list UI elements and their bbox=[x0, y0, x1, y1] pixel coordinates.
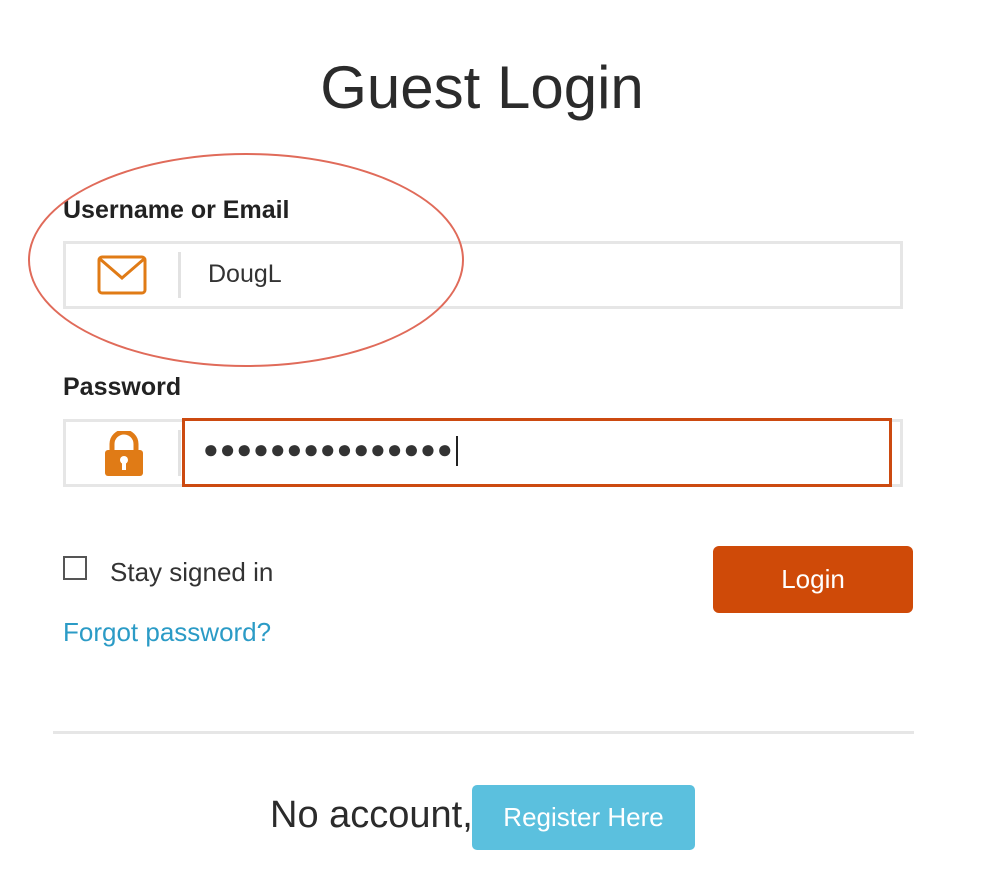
username-field[interactable]: DougL bbox=[63, 241, 903, 309]
field-divider bbox=[178, 252, 181, 298]
password-label: Password bbox=[63, 373, 182, 401]
password-input[interactable]: ●●●●●●●●●●●●●●● bbox=[182, 418, 892, 487]
envelope-icon bbox=[66, 244, 178, 306]
login-page: Guest Login Username or Email DougL Pass… bbox=[0, 0, 988, 878]
password-value: ●●●●●●●●●●●●●●● bbox=[203, 434, 458, 467]
stay-signed-in-label[interactable]: Stay signed in bbox=[110, 557, 273, 588]
no-account-text: No account, bbox=[270, 794, 473, 836]
username-label: Username or Email bbox=[63, 196, 290, 224]
username-value[interactable]: DougL bbox=[208, 260, 282, 289]
register-button[interactable]: Register Here bbox=[472, 785, 695, 850]
stay-signed-in-checkbox[interactable] bbox=[63, 556, 87, 580]
login-button[interactable]: Login bbox=[713, 546, 913, 613]
lock-icon bbox=[66, 422, 178, 484]
text-caret bbox=[455, 436, 458, 467]
field-divider bbox=[178, 430, 181, 476]
page-title: Guest Login bbox=[320, 54, 644, 121]
forgot-password-link[interactable]: Forgot password? bbox=[63, 617, 271, 648]
divider bbox=[53, 731, 914, 734]
